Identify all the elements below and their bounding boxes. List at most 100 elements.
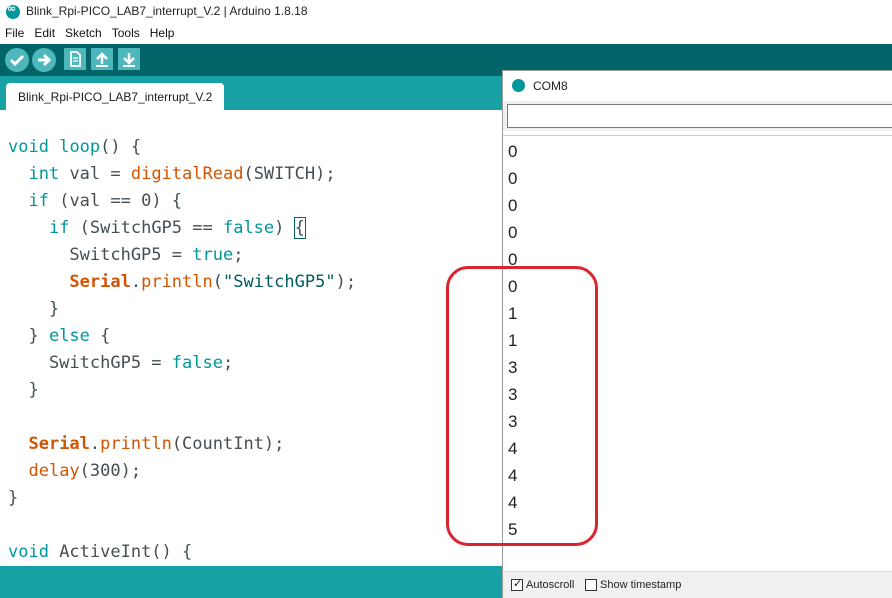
serial-output-line: 0 xyxy=(508,169,518,188)
code-token: int xyxy=(28,164,60,184)
new-file-icon xyxy=(70,51,81,67)
serial-output-line: 0 xyxy=(508,196,518,215)
code-token: ; xyxy=(222,353,234,373)
code-token: . xyxy=(89,434,101,454)
serial-footer: Autoscroll Show timestamp xyxy=(503,571,892,598)
code-token: println xyxy=(141,272,213,292)
serial-monitor-titlebar: COM8 xyxy=(503,71,892,99)
code-lines: void loop() { int val = digitalRead(SWIT… xyxy=(8,134,356,566)
menu-file[interactable]: File xyxy=(0,24,29,44)
arrow-right-icon xyxy=(38,53,52,67)
code-line: SwitchGP5 = true; xyxy=(8,242,356,269)
code-token: { xyxy=(89,326,111,346)
arduino-logo-icon xyxy=(512,79,525,92)
arrow-up-icon xyxy=(96,52,108,67)
open-button[interactable] xyxy=(91,48,113,70)
menu-bar: File Edit Sketch Tools Help xyxy=(0,24,892,44)
code-token: false xyxy=(222,218,275,238)
tab-sketch[interactable]: Blink_Rpi-PICO_LAB7_interrupt_V.2 xyxy=(6,83,225,110)
serial-input-area xyxy=(503,101,892,131)
menu-edit[interactable]: Edit xyxy=(29,24,60,44)
show-timestamp-box[interactable] xyxy=(585,579,597,591)
code-token: ActiveInt() { xyxy=(48,542,193,562)
code-token: delay xyxy=(28,461,80,481)
code-token: false xyxy=(171,353,223,373)
code-token: println xyxy=(100,434,172,454)
serial-input[interactable] xyxy=(507,104,892,128)
code-token: "SwitchGP5" xyxy=(223,272,336,292)
code-token: (SWITCH); xyxy=(243,164,336,184)
code-token: } xyxy=(8,488,19,508)
code-token: . xyxy=(130,272,142,292)
window-title: Blink_Rpi-PICO_LAB7_interrupt_V.2 | Ardu… xyxy=(26,4,308,18)
code-line: void ActiveInt() { xyxy=(8,539,356,566)
arduino-logo-icon xyxy=(6,2,20,19)
menu-tools[interactable]: Tools xyxy=(107,24,145,44)
code-token: (CountInt); xyxy=(171,434,285,454)
code-token: } xyxy=(8,299,60,319)
checkmark-icon xyxy=(9,54,25,67)
code-token: (300); xyxy=(79,461,142,481)
code-token: if xyxy=(28,191,49,211)
new-button[interactable] xyxy=(64,48,86,70)
verify-button[interactable] xyxy=(5,48,29,72)
code-line: Serial.println("SwitchGP5"); xyxy=(8,269,356,296)
autoscroll-label: Autoscroll xyxy=(526,579,575,591)
code-token: (val == 0) { xyxy=(48,191,183,211)
autoscroll-checkbox[interactable]: Autoscroll xyxy=(511,577,575,591)
code-line: SwitchGP5 = false; xyxy=(8,350,356,377)
code-token: val = xyxy=(59,164,131,184)
code-token: else xyxy=(48,326,90,346)
code-token: () { xyxy=(100,137,142,157)
code-line: Serial.println(CountInt); xyxy=(8,431,356,458)
code-token: ; xyxy=(233,245,244,265)
code-line: } xyxy=(8,377,356,404)
code-token: ) xyxy=(274,218,295,238)
autoscroll-box[interactable] xyxy=(511,577,523,591)
code-line: } xyxy=(8,296,356,323)
code-line: if (SwitchGP5 == false) { xyxy=(8,215,356,242)
upload-button[interactable] xyxy=(32,48,56,72)
menu-sketch[interactable]: Sketch xyxy=(60,24,107,44)
show-timestamp-checkbox[interactable]: Show timestamp xyxy=(585,579,681,591)
code-token: if xyxy=(48,218,70,238)
code-line: if (val == 0) { xyxy=(8,188,356,215)
code-line: int val = digitalRead(SWITCH); xyxy=(8,161,356,188)
code-line: } xyxy=(8,485,356,512)
code-token: digitalRead xyxy=(130,164,244,184)
code-token: true xyxy=(192,245,234,265)
code-line: } else { xyxy=(8,323,356,350)
highlight-annotation xyxy=(446,266,598,546)
code-token: ( xyxy=(212,272,223,292)
code-token: loop xyxy=(59,137,101,157)
code-token: (SwitchGP5 == xyxy=(69,218,223,238)
serial-monitor-title: COM8 xyxy=(533,79,568,93)
code-token: SwitchGP5 = xyxy=(8,353,172,373)
serial-output-line: 0 xyxy=(508,142,518,161)
code-token: Serial xyxy=(28,434,90,454)
code-token: ); xyxy=(335,272,357,292)
code-token: SwitchGP5 = xyxy=(8,245,193,265)
code-token: void xyxy=(8,137,49,157)
serial-output-line: 0 xyxy=(508,223,518,242)
title-bar: Blink_Rpi-PICO_LAB7_interrupt_V.2 | Ardu… xyxy=(0,0,892,24)
arrow-down-icon xyxy=(123,53,135,67)
code-token: Serial xyxy=(69,272,131,292)
code-token: void xyxy=(8,542,49,562)
menu-help[interactable]: Help xyxy=(145,24,180,44)
code-line: delay(300); xyxy=(8,458,356,485)
code-token: { xyxy=(293,217,306,239)
save-button[interactable] xyxy=(118,48,140,70)
show-timestamp-label: Show timestamp xyxy=(600,579,682,591)
code-token: } xyxy=(8,380,39,400)
code-token: } xyxy=(8,326,49,346)
